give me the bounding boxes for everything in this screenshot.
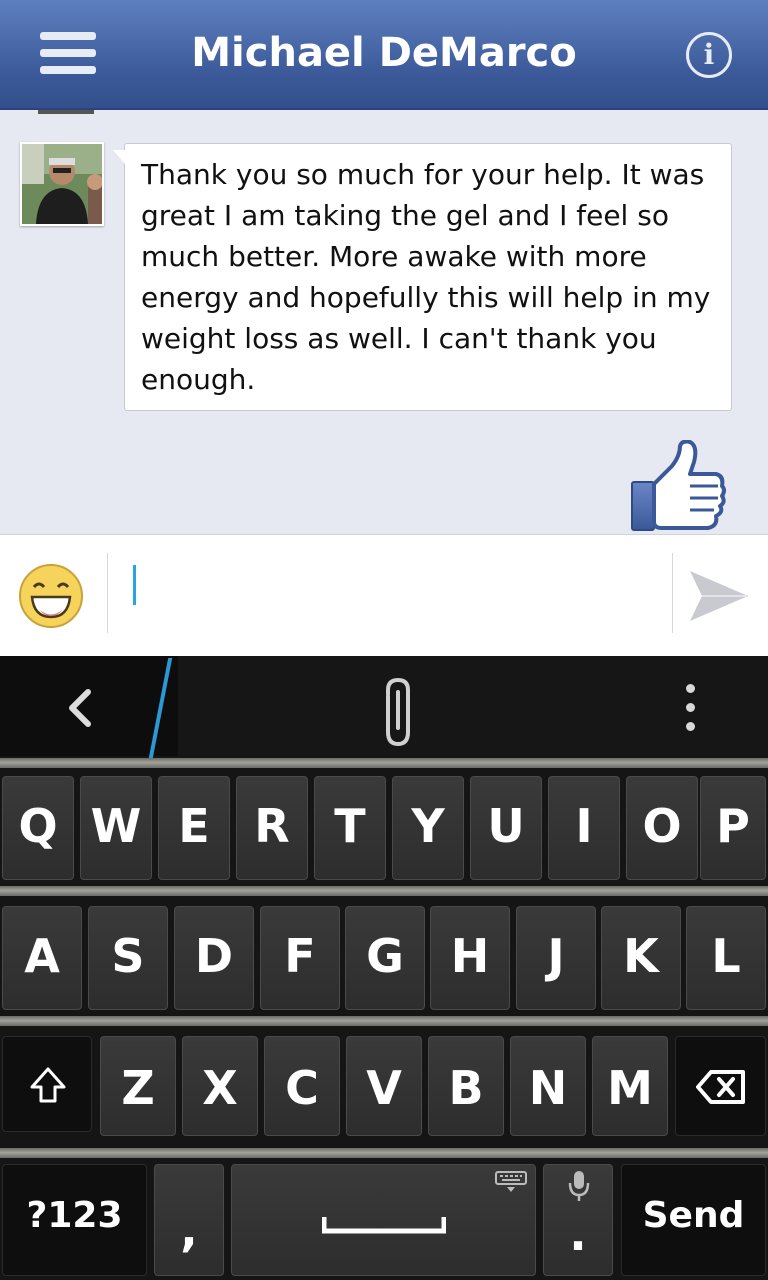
key-h[interactable]: H [430,906,510,1010]
key-label: U [487,799,525,853]
key-label: I [575,799,593,853]
key-y[interactable]: Y [392,776,464,880]
key-label: J [547,929,565,983]
more-vertical-icon[interactable] [670,684,710,738]
message-composer [0,534,768,657]
avatar-photo [22,144,102,224]
key-row-separator [0,1016,768,1026]
key-u[interactable]: U [470,776,542,880]
key-q[interactable]: Q [2,776,74,880]
key-label: N [528,1061,568,1115]
key-label: F [284,929,316,983]
key-a[interactable]: A [2,906,82,1010]
avatar[interactable] [20,142,104,226]
key-l[interactable]: L [686,906,766,1010]
key-label: A [24,929,60,983]
key-label: C [285,1061,319,1115]
paperclip-icon[interactable] [376,676,418,748]
key-label: Y [411,799,445,853]
key-label: X [202,1061,238,1115]
comma-key[interactable]: , [154,1164,224,1276]
key-label: H [450,929,490,983]
chevron-left-icon[interactable] [58,686,102,730]
send-arrow-icon[interactable] [688,567,750,625]
key-label: G [366,929,404,983]
key-label: S [111,929,145,983]
key-label: D [194,929,234,983]
key-v[interactable]: V [346,1036,422,1136]
text-caret [133,565,136,605]
thumbs-up-icon[interactable] [628,440,728,534]
comma-key-label: , [180,1203,198,1257]
virtual-keyboard: QWERTYUIOP ASDFGH J KL ZXCVBNM ?123 , . Se… [0,656,768,1280]
microphone-icon [568,1171,590,1201]
key-k[interactable]: K [601,906,681,1010]
symbols-key-label: ?123 [26,1195,123,1236]
key-s[interactable]: S [88,906,168,1010]
key-x[interactable]: X [182,1036,258,1136]
key-p[interactable]: P [700,776,766,880]
period-key[interactable]: . [543,1164,613,1276]
backspace-key[interactable] [675,1036,766,1136]
key-label: Z [121,1061,155,1115]
space-bar-icon [322,1217,446,1234]
key-label: E [178,799,210,853]
key-r[interactable]: R [236,776,308,880]
key-label: O [642,799,682,853]
key-label: V [366,1061,402,1115]
key-g[interactable]: G [345,906,425,1010]
message-input[interactable] [110,555,670,635]
key-d[interactable]: D [174,906,254,1010]
page-title: Michael DeMarco [191,30,577,76]
key-label: Q [18,799,58,853]
previous-avatar-edge [38,110,94,114]
key-row-separator [0,1148,768,1158]
message-text: Thank you so much for your help. It was … [141,158,711,396]
key-m[interactable]: M [592,1036,668,1136]
key-label: K [623,929,659,983]
key-row-separator [0,886,768,896]
key-o[interactable]: O [626,776,698,880]
key-label: B [448,1061,484,1115]
key-label: L [711,929,741,983]
key-z[interactable]: Z [100,1036,176,1136]
message-bubble[interactable]: Thank you so much for your help. It was … [113,143,732,411]
period-key-label: . [569,1207,587,1261]
key-b[interactable]: B [428,1036,504,1136]
shift-key[interactable] [2,1036,92,1132]
key-t[interactable]: T [314,776,386,880]
key-label: R [254,799,290,853]
key-label: T [334,799,366,853]
key-label: W [90,799,142,853]
key-e[interactable]: E [158,776,230,880]
keyboard-switch-icon [495,1171,527,1192]
key-n[interactable]: N [510,1036,586,1136]
divider [107,553,108,633]
key-label: P [716,799,750,853]
key-j[interactable]: J [516,906,596,1010]
app-header: Michael DeMarco i [0,0,768,110]
grinning-emoji-icon[interactable] [18,563,84,629]
send-key-label: Send [642,1195,745,1236]
key-c[interactable]: C [264,1036,340,1136]
key-w[interactable]: W [80,776,152,880]
key-row-separator [0,758,768,768]
keyboard-toolbar [0,656,768,762]
shift-arrow-icon [30,1067,66,1103]
info-icon[interactable]: i [686,32,732,78]
divider [672,553,673,633]
key-label: M [607,1061,653,1115]
symbols-key[interactable]: ?123 [2,1164,147,1276]
conversation-view[interactable]: Thank you so much for your help. It was … [0,110,768,534]
space-key[interactable] [231,1164,536,1276]
key-i[interactable]: I [548,776,620,880]
backspace-icon [696,1070,745,1104]
send-key[interactable]: Send [621,1164,766,1276]
key-f[interactable]: F [260,906,340,1010]
